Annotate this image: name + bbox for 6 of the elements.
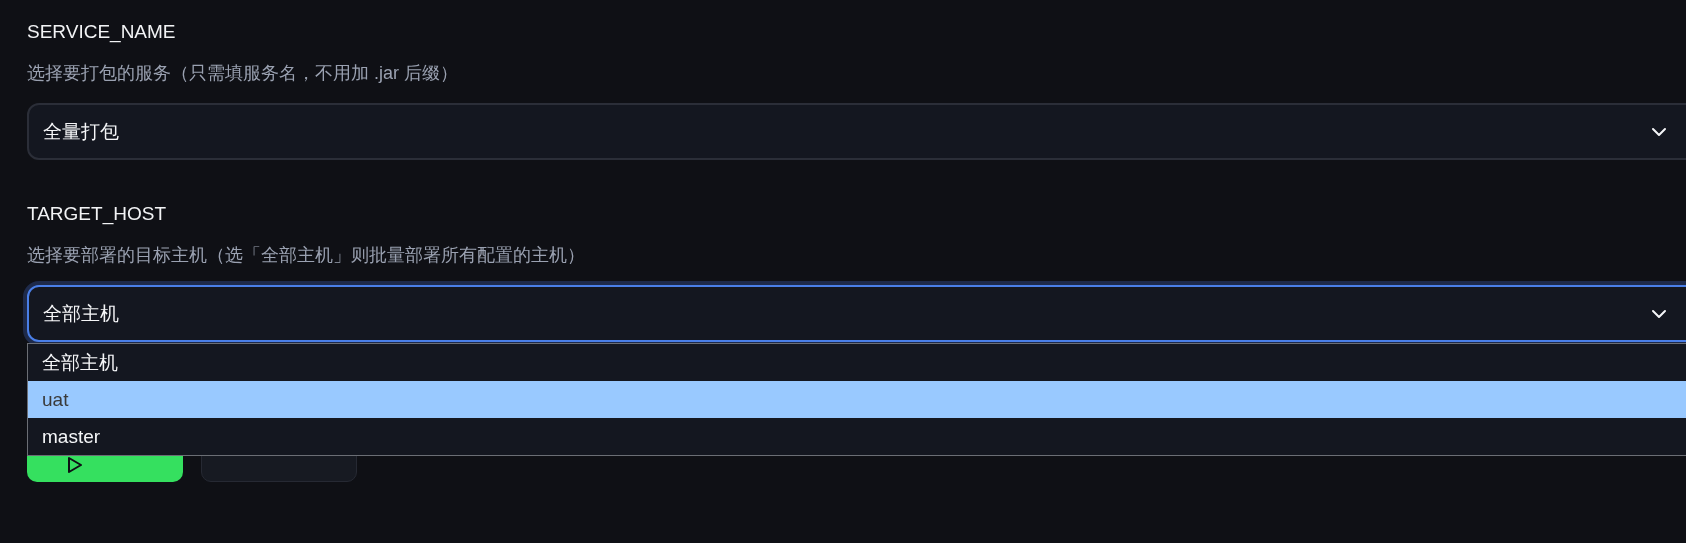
field-label: SERVICE_NAME [27, 20, 176, 45]
field-hint: 选择要打包的服务（只需填服务名，不用加 .jar 后缀） [27, 62, 458, 85]
field-hint: 选择要部署的目标主机（选「全部主机」则批量部署所有配置的主机） [27, 244, 585, 267]
select-field[interactable]: 全量打包 [27, 103, 1686, 160]
dropdown-option[interactable]: uat [28, 381, 1686, 418]
field-label: TARGET_HOST [27, 202, 166, 227]
